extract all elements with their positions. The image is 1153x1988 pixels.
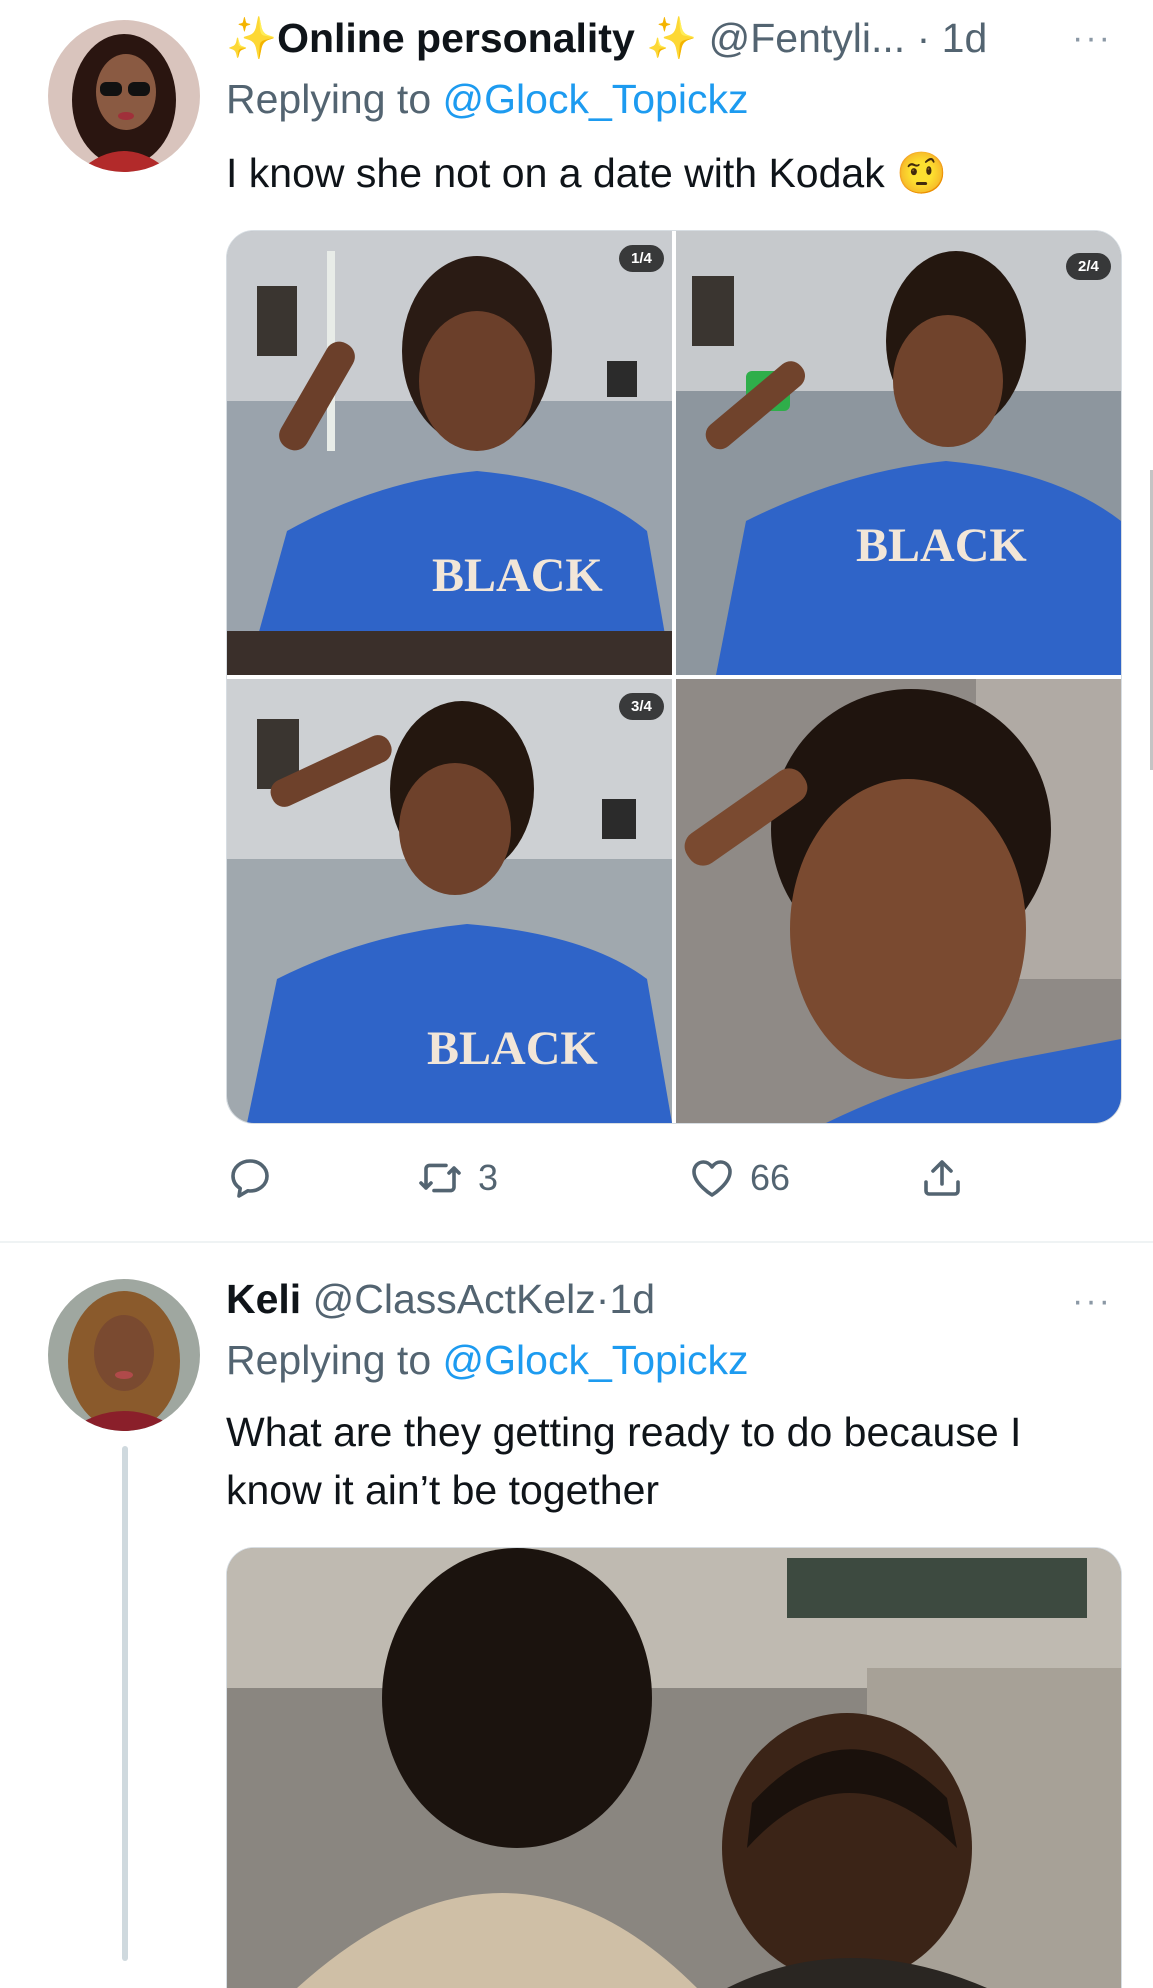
photo-image xyxy=(227,1548,1121,1988)
more-icon[interactable]: ··· xyxy=(1072,1284,1112,1318)
media-photo-2[interactable]: BLACK 2/4 xyxy=(676,231,1121,675)
avatar[interactable] xyxy=(48,1279,200,1431)
sparkle-icon: ✨ xyxy=(226,15,278,61)
photo-image: BLACK xyxy=(227,231,672,675)
timestamp[interactable]: 1d xyxy=(609,1276,655,1322)
replying-prefix: Replying to xyxy=(226,1337,432,1383)
thread-connector-line xyxy=(122,1446,128,1961)
tweet-text-line: know it ain’t be together xyxy=(226,1467,660,1513)
photo-image: BLACK xyxy=(227,679,672,1123)
media-counter-badge: 1/4 xyxy=(619,245,664,272)
avatar-image xyxy=(48,1279,200,1431)
avatar[interactable] xyxy=(48,20,200,172)
sparkle-icon: ✨ xyxy=(646,15,698,61)
tweet-text: I know she not on a date with Kodak 🤨 xyxy=(226,144,947,202)
replying-to: Replying to @Glock_Topickz xyxy=(226,76,748,123)
mention-link[interactable]: @Glock_Topickz xyxy=(443,1337,749,1383)
tweet-1[interactable]: ✨Online personality ✨ @Fentyli... · 1d ·… xyxy=(0,0,1153,1241)
more-icon[interactable]: ··· xyxy=(1072,21,1112,55)
heart-icon xyxy=(692,1160,732,1197)
media-photo[interactable] xyxy=(226,1547,1122,1988)
avatar-image xyxy=(48,20,200,172)
share-button[interactable] xyxy=(918,1148,966,1208)
display-name[interactable]: Online personality xyxy=(277,15,635,61)
media-counter-badge: 2/4 xyxy=(1066,253,1111,280)
tweet-text-content: I know she not on a date with Kodak xyxy=(226,150,885,196)
timestamp[interactable]: 1d xyxy=(942,15,988,61)
user-handle[interactable]: @ClassActKelz xyxy=(313,1276,596,1322)
media-counter-badge: 3/4 xyxy=(619,693,664,720)
media-photo-4[interactable] xyxy=(676,679,1121,1123)
tweet-text: What are they getting ready to do becaus… xyxy=(226,1403,1021,1519)
tweet-header: Keli @ClassActKelz·1d xyxy=(226,1275,655,1323)
retweet-count: 3 xyxy=(478,1157,499,1198)
share-icon xyxy=(924,1160,960,1196)
display-name[interactable]: Keli xyxy=(226,1276,301,1322)
reply-icon xyxy=(231,1159,269,1198)
replying-prefix: Replying to xyxy=(226,76,432,122)
retweet-icon xyxy=(419,1163,461,1193)
tweet-text-line: What are they getting ready to do becaus… xyxy=(226,1409,1022,1455)
like-button[interactable]: 66 xyxy=(688,1148,790,1208)
tweet-actions: 3 66 xyxy=(226,1148,986,1208)
separator-dot: · xyxy=(595,1276,610,1322)
svg-text:BLACK: BLACK xyxy=(427,1022,598,1075)
retweet-button[interactable]: 3 xyxy=(416,1148,498,1208)
svg-text:BLACK: BLACK xyxy=(432,549,603,602)
media-grid[interactable]: BLACK 1/4 BLACK 2/4 BLACK 3/4 xyxy=(226,230,1122,1124)
tweet-header: ✨Online personality ✨ @Fentyli... · 1d xyxy=(226,14,987,62)
mention-link[interactable]: @Glock_Topickz xyxy=(443,76,749,122)
user-handle[interactable]: @Fentyli... xyxy=(709,15,906,61)
media-photo-1[interactable]: BLACK 1/4 xyxy=(227,231,672,675)
photo-image xyxy=(676,679,1121,1123)
tweet-2[interactable]: Keli @ClassActKelz·1d ··· Replying to @G… xyxy=(0,1243,1153,1988)
replying-to: Replying to @Glock_Topickz xyxy=(226,1337,748,1384)
svg-text:BLACK: BLACK xyxy=(856,519,1027,572)
raised-eyebrow-emoji-icon: 🤨 xyxy=(896,150,948,196)
media-photo-3[interactable]: BLACK 3/4 xyxy=(227,679,672,1123)
separator-dot: · xyxy=(916,15,931,61)
like-count: 66 xyxy=(750,1157,791,1198)
photo-image: BLACK xyxy=(676,231,1121,675)
reply-button[interactable] xyxy=(226,1148,274,1208)
